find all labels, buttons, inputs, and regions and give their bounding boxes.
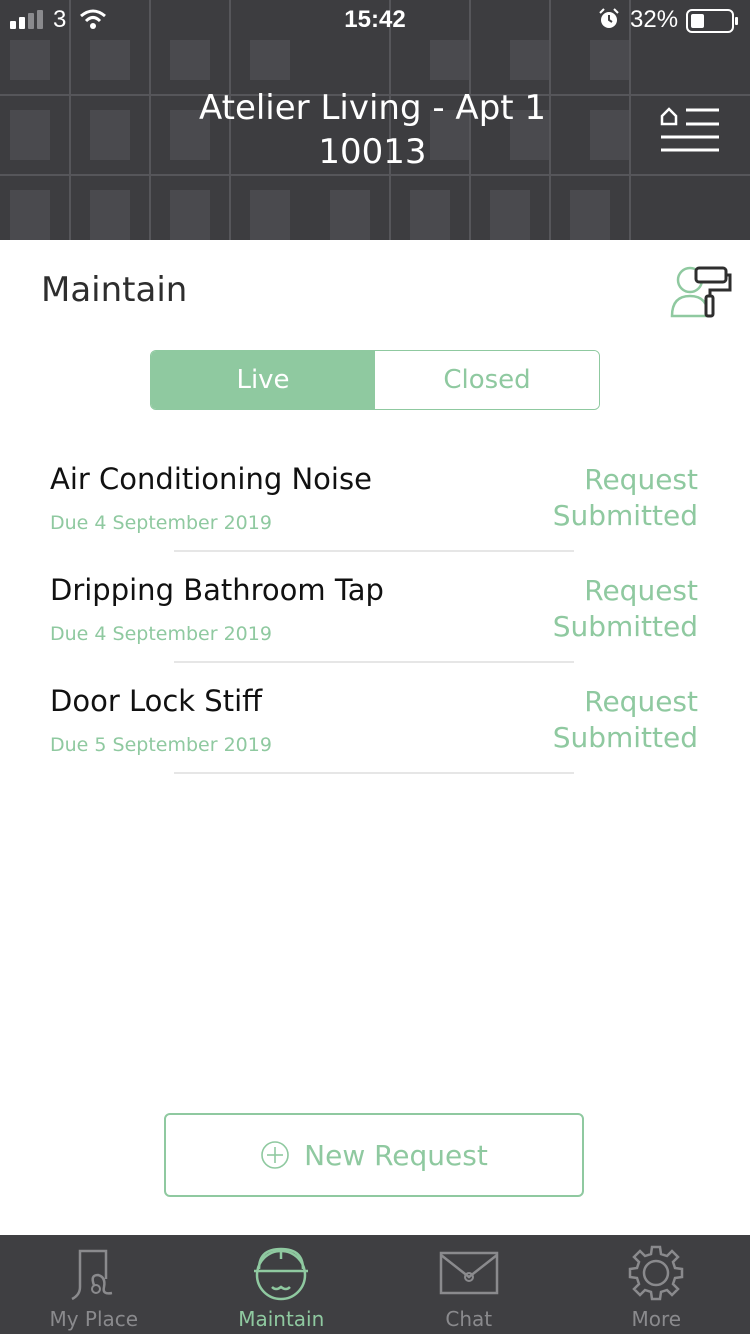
envelope-icon — [439, 1251, 498, 1295]
status-bar: 3 15:42 32% — [0, 0, 750, 40]
my-place-icon — [71, 1249, 112, 1301]
gear-icon — [629, 1245, 684, 1301]
request-title: Door Lock Stiff — [50, 684, 263, 718]
request-status: Request Submitted — [552, 685, 698, 754]
request-status: Request Submitted — [552, 574, 698, 643]
tab-my-place[interactable]: My Place — [0, 1235, 188, 1334]
alarm-icon — [599, 8, 619, 28]
list-item[interactable]: Dripping Bathroom Tap Due 4 September 20… — [0, 559, 750, 670]
new-request-button[interactable]: New Request — [164, 1113, 584, 1197]
request-due-date: Due 4 September 2019 — [50, 512, 272, 534]
plus-circle-icon — [260, 1140, 290, 1170]
header: 3 15:42 32% Atelier Living - Apt 1 10013 — [0, 0, 750, 240]
tab-label: More — [631, 1307, 682, 1331]
request-status: Request Submitted — [552, 463, 698, 532]
request-title: Dripping Bathroom Tap — [50, 573, 384, 607]
divider — [174, 550, 574, 552]
bottom-tab-bar: My Place Maintain Chat More — [0, 1235, 750, 1334]
tab-more[interactable]: More — [563, 1235, 750, 1334]
request-title: Air Conditioning Noise — [50, 462, 372, 496]
divider — [174, 772, 574, 774]
page-title: Maintain — [41, 270, 188, 310]
request-list: Air Conditioning Noise Due 4 September 2… — [0, 448, 750, 781]
battery-icon — [686, 9, 738, 33]
tab-label: Chat — [445, 1307, 493, 1331]
paint-roller-worker-icon — [670, 266, 732, 318]
property-menu-button[interactable] — [656, 104, 722, 154]
list-item[interactable]: Door Lock Stiff Due 5 September 2019 Req… — [0, 670, 750, 781]
tab-live[interactable]: Live — [151, 351, 375, 409]
tab-maintain[interactable]: Maintain — [188, 1235, 376, 1334]
tab-closed[interactable]: Closed — [375, 351, 599, 409]
request-due-date: Due 5 September 2019 — [50, 734, 272, 756]
list-item[interactable]: Air Conditioning Noise Due 4 September 2… — [0, 448, 750, 559]
divider — [174, 661, 574, 663]
tab-chat[interactable]: Chat — [375, 1235, 563, 1334]
new-request-label: New Request — [304, 1138, 488, 1172]
property-title: Atelier Living - Apt 1 10013 — [198, 88, 547, 172]
tab-label: My Place — [49, 1307, 139, 1331]
tab-label: Maintain — [238, 1307, 325, 1331]
request-due-date: Due 4 September 2019 — [50, 623, 272, 645]
home-menu-icon — [660, 107, 719, 152]
battery-percentage: 32% — [630, 6, 679, 33]
hard-hat-icon — [254, 1247, 309, 1301]
live-closed-segmented-control: Live Closed — [150, 350, 600, 410]
